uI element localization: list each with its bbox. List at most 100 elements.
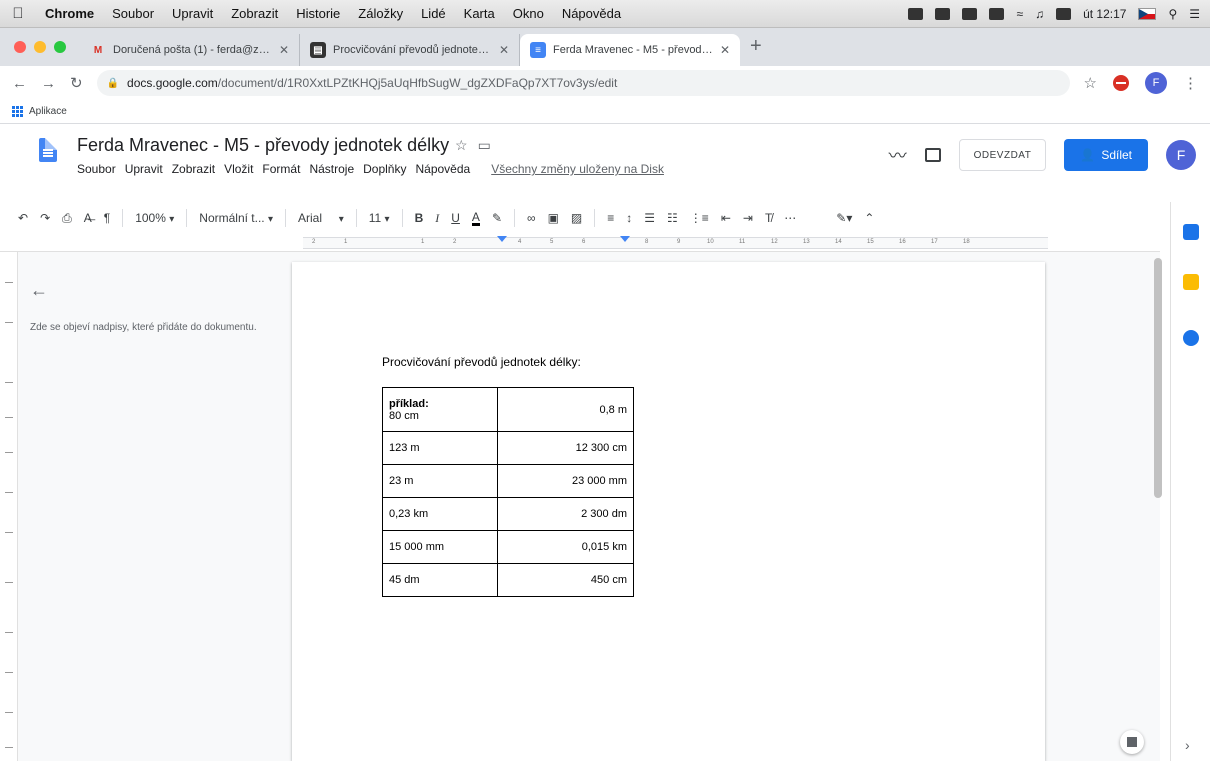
profile-avatar[interactable]: F <box>1145 72 1167 94</box>
paint-format-icon[interactable]: ¶ <box>104 211 110 225</box>
table-cell-right[interactable]: 23 000 mm <box>497 464 634 498</box>
vertical-scrollbar[interactable] <box>1154 258 1162 498</box>
calendar-icon[interactable] <box>1183 224 1199 240</box>
apps-grid-icon[interactable] <box>12 106 23 117</box>
tab-gmail[interactable]: M Doručená pošta (1) - ferda@zs... ✕ <box>80 34 300 66</box>
undo-icon[interactable]: ↶ <box>18 211 28 225</box>
back-icon[interactable]: ← <box>12 75 27 92</box>
menu-historie[interactable]: Historie <box>287 6 349 21</box>
tasks-icon[interactable] <box>1183 330 1199 346</box>
menu-soubor[interactable]: Soubor <box>103 6 163 21</box>
docs-menu-vlozit[interactable]: Vložit <box>224 162 253 176</box>
reload-icon[interactable]: ↻ <box>70 74 83 92</box>
add-comment-icon[interactable]: ▣ <box>548 211 559 225</box>
print-icon[interactable]: ⎙ <box>62 211 72 226</box>
czech-flag-icon[interactable] <box>1138 7 1157 20</box>
table-cell-left[interactable]: 23 m <box>382 464 498 498</box>
zoom-select[interactable]: 100% ▾ <box>135 211 174 225</box>
share-button[interactable]: 👤 Sdílet <box>1064 139 1148 171</box>
chrome-menu-icon[interactable]: ⋮ <box>1183 74 1198 92</box>
numbered-list-icon[interactable]: ⋮≡ <box>690 211 709 225</box>
table-cell-left[interactable]: příklad: 80 cm <box>382 387 498 432</box>
redo-icon[interactable]: ↷ <box>40 211 50 225</box>
document-title[interactable]: Ferda Mravenec - M5 - převody jednotek d… <box>77 135 449 156</box>
horizontal-ruler[interactable]: 2 1 1 2 4 5 6 8 9 10 11 12 13 14 15 16 1… <box>0 234 1160 252</box>
menu-upravit[interactable]: Upravit <box>163 6 222 21</box>
battery-icon[interactable] <box>1056 7 1072 20</box>
table-cell-right[interactable]: 450 cm <box>497 563 634 597</box>
bookmark-star-icon[interactable]: ☆ <box>1084 74 1097 92</box>
vertical-ruler[interactable] <box>0 252 18 761</box>
clear-formatting-icon[interactable]: T̸ <box>765 211 772 225</box>
bold-icon[interactable]: B <box>415 211 424 225</box>
docs-menu-format[interactable]: Formát <box>262 162 300 176</box>
menu-lide[interactable]: Lidé <box>412 6 455 21</box>
decrease-indent-icon[interactable]: ⇤ <box>721 211 731 225</box>
bookmark-apps[interactable]: Aplikace <box>29 106 67 117</box>
highlight-icon[interactable]: ✎ <box>492 211 502 225</box>
style-select[interactable]: Normální t... ▾ <box>199 211 273 225</box>
new-tab-button[interactable]: + <box>740 35 774 66</box>
minimize-window-button[interactable] <box>34 41 46 53</box>
close-window-button[interactable] <box>14 41 26 53</box>
underline-icon[interactable]: U <box>451 211 460 225</box>
close-outline-arrow-icon[interactable]: ← <box>30 280 270 301</box>
document-heading[interactable]: Procvičování převodů jednotek délky: <box>382 355 581 369</box>
activity-trend-icon[interactable]: 〰 <box>889 142 907 168</box>
align-icon[interactable]: ≡ <box>607 211 614 225</box>
table-cell-right[interactable]: 2 300 dm <box>497 497 634 531</box>
text-color-icon[interactable]: A <box>471 211 480 226</box>
explore-button[interactable] <box>1120 730 1144 754</box>
expand-panel-chevron-icon[interactable]: › <box>1185 737 1190 753</box>
volume-icon[interactable]: ♫ <box>1035 7 1044 21</box>
table-cell-left[interactable]: 45 dm <box>382 563 498 597</box>
docs-menu-zobrazit[interactable]: Zobrazit <box>172 162 215 176</box>
star-icon[interactable]: ☆ <box>455 137 468 154</box>
calendar-status-icon[interactable] <box>908 7 924 20</box>
bulleted-list-icon[interactable]: ☷ <box>667 211 678 225</box>
table-cell-right[interactable]: 12 300 cm <box>497 431 634 465</box>
table-cell-left[interactable]: 15 000 mm <box>382 530 498 564</box>
editing-mode-icon[interactable]: ✎▾ <box>836 211 852 225</box>
document-page[interactable]: Procvičování převodů jednotek délky: pří… <box>292 262 1045 761</box>
right-indent-marker[interactable] <box>620 236 630 242</box>
tab-procvicovani[interactable]: ▤ Procvičování převodů jednotek... ✕ <box>300 34 520 66</box>
table-cell-left[interactable]: 123 m <box>382 431 498 465</box>
menu-chrome[interactable]: Chrome <box>36 6 103 21</box>
left-indent-marker[interactable] <box>497 236 507 242</box>
table-cell-left[interactable]: 0,23 km <box>382 497 498 531</box>
comments-icon[interactable] <box>924 148 941 162</box>
italic-icon[interactable]: I <box>435 211 439 226</box>
apple-icon[interactable]:  <box>0 5 36 22</box>
move-to-folder-icon[interactable]: ▭ <box>478 137 491 154</box>
docs-menu-upravit[interactable]: Upravit <box>125 162 163 176</box>
menu-napoveda[interactable]: Nápověda <box>553 6 630 21</box>
table-cell-right[interactable]: 0,015 km <box>497 530 634 564</box>
notification-center-icon[interactable]: ☰ <box>1189 7 1200 21</box>
font-select[interactable]: Arial ▾ <box>298 211 344 225</box>
link-icon[interactable]: ∞ <box>527 211 536 225</box>
docs-menu-soubor[interactable]: Soubor <box>77 162 116 176</box>
docs-menu-doplnky[interactable]: Doplňky <box>363 162 406 176</box>
increase-indent-icon[interactable]: ⇥ <box>743 211 753 225</box>
conversion-table[interactable]: příklad: 80 cm 0,8 m 123 m 12 300 cm 23 m… <box>382 387 634 597</box>
menu-karta[interactable]: Karta <box>455 6 504 21</box>
clock[interactable]: út 12:17 <box>1083 7 1126 21</box>
insert-image-icon[interactable]: ▨ <box>571 211 582 225</box>
address-bar[interactable]: 🔒 docs.google.com/document/d/1R0XxtLPZtK… <box>96 70 1070 96</box>
bluetooth-status-icon[interactable] <box>962 7 978 20</box>
spotlight-icon[interactable]: ⚲ <box>1168 7 1177 21</box>
adblock-extension-icon[interactable] <box>1113 75 1129 91</box>
table-cell-right[interactable]: 0,8 m <box>497 387 634 432</box>
airplay-status-icon[interactable] <box>989 7 1005 20</box>
menu-okno[interactable]: Okno <box>504 6 553 21</box>
keep-icon[interactable] <box>1183 274 1199 290</box>
save-status-link[interactable]: Všechny změny uloženy na Disk <box>491 162 664 176</box>
menu-zalozky[interactable]: Záložky <box>349 6 412 21</box>
more-options-icon[interactable]: ⋯ <box>784 211 796 225</box>
forward-icon[interactable]: → <box>41 75 56 92</box>
account-avatar[interactable]: F <box>1166 140 1196 170</box>
menu-zobrazit[interactable]: Zobrazit <box>222 6 287 21</box>
close-tab-icon[interactable]: ✕ <box>720 43 730 57</box>
close-tab-icon[interactable]: ✕ <box>499 43 509 57</box>
